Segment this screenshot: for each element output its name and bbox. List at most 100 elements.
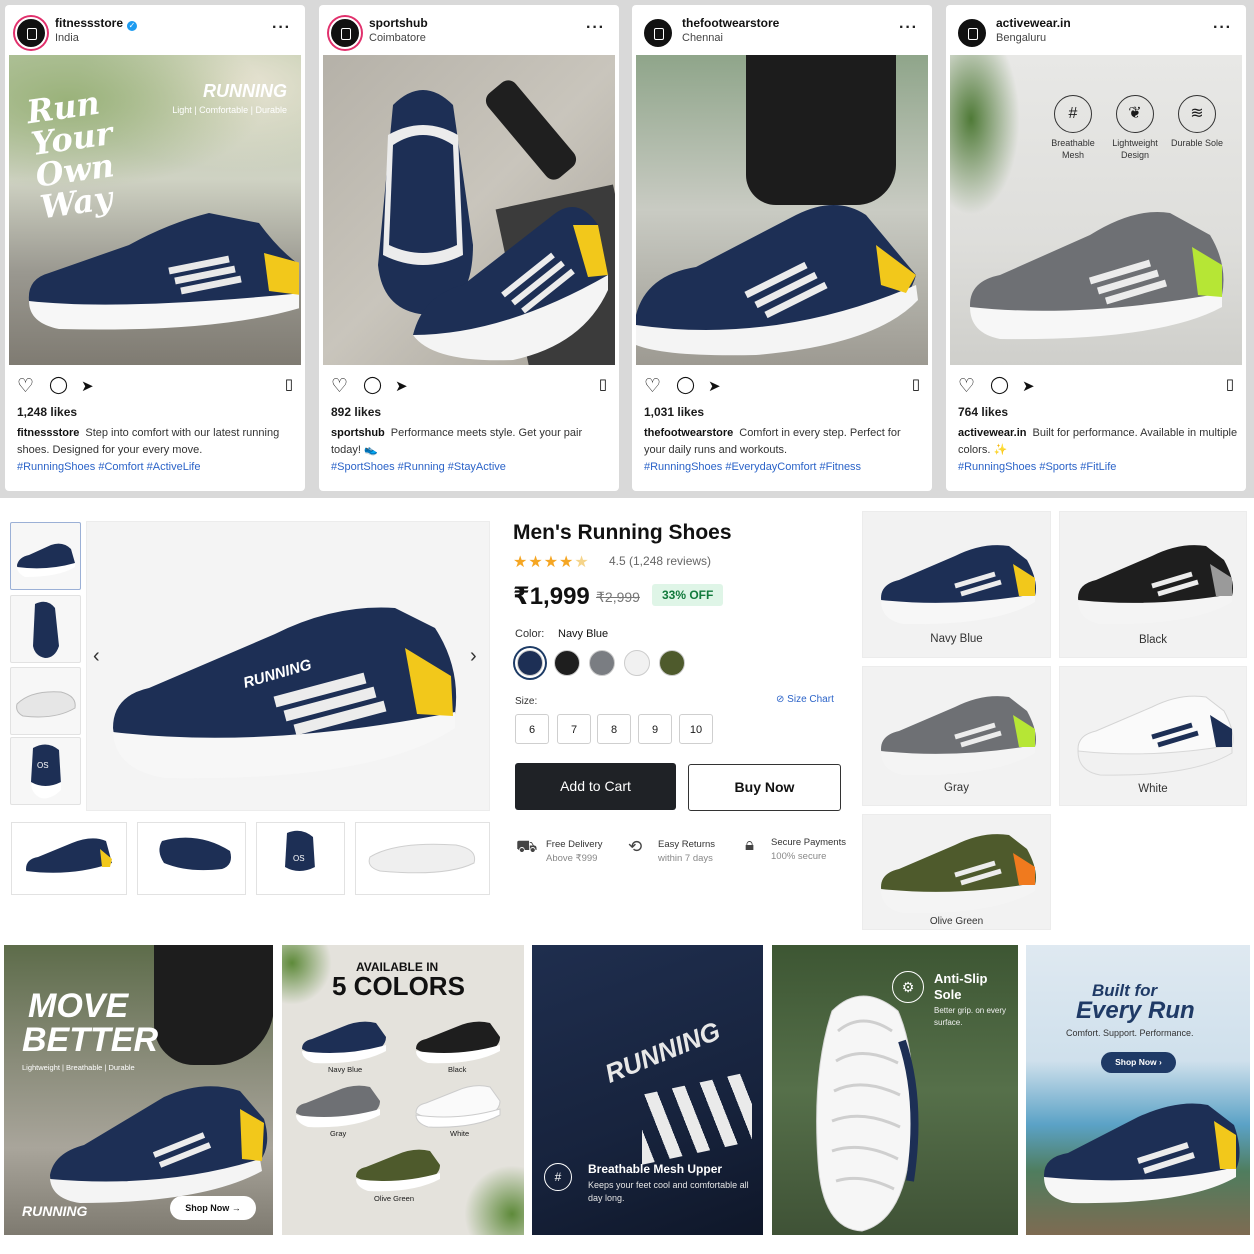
- banner-move-better[interactable]: MOVE BETTER Lightweight | Breathable | D…: [4, 945, 273, 1235]
- thumbnail[interactable]: OS: [10, 737, 81, 805]
- share-icon[interactable]: ➤: [708, 377, 721, 395]
- thumbnail[interactable]: [10, 522, 81, 590]
- like-icon[interactable]: ♡: [958, 375, 975, 398]
- banner-anti-slip[interactable]: ⚙ Anti-Slip Sole Better grip. on every s…: [772, 945, 1018, 1235]
- comment-icon[interactable]: ◯: [676, 375, 695, 395]
- variant-card-white[interactable]: White: [1059, 666, 1247, 806]
- variant-card-black[interactable]: Black: [1059, 511, 1247, 658]
- post-username[interactable]: thefootwearstore: [682, 16, 779, 30]
- post-username[interactable]: sportshub: [369, 16, 428, 30]
- banner-mesh-upper[interactable]: RUNNING # Breathable Mesh Upper Keeps yo…: [532, 945, 763, 1235]
- buy-now-button[interactable]: Buy Now: [688, 764, 841, 811]
- hashtags[interactable]: #RunningShoes #EverydayComfort #Fitness: [644, 461, 861, 473]
- bottom-thumbnail[interactable]: [355, 822, 490, 895]
- bookmark-icon[interactable]: ▯: [599, 375, 607, 393]
- caption-user[interactable]: thefootwearstore: [644, 427, 733, 439]
- share-icon[interactable]: ➤: [395, 377, 408, 395]
- size-option[interactable]: 10: [679, 714, 713, 744]
- size-option[interactable]: 6: [515, 714, 549, 744]
- shoe-image: [28, 213, 299, 330]
- comment-icon[interactable]: ◯: [363, 375, 382, 395]
- color-swatch-olive[interactable]: [659, 650, 685, 676]
- arrow-right-icon: →: [231, 1203, 241, 1213]
- post-image[interactable]: [636, 55, 928, 365]
- hashtags[interactable]: #RunningShoes #Comfort #ActiveLife: [17, 461, 200, 473]
- post-card: fitnessstore ✓ India ··· Run Your Own Way…: [5, 5, 305, 491]
- truck-icon: ⛟: [516, 837, 538, 856]
- more-options-icon[interactable]: ···: [586, 19, 605, 37]
- bookmark-icon[interactable]: ▯: [912, 375, 920, 393]
- more-options-icon[interactable]: ···: [1213, 19, 1232, 37]
- size-option[interactable]: 8: [597, 714, 631, 744]
- post-image[interactable]: Run Your Own Way RUNNING Light | Comfort…: [9, 55, 301, 365]
- color-swatch-black[interactable]: [554, 650, 580, 676]
- comment-icon[interactable]: ◯: [990, 375, 1009, 395]
- feature-sub: 100% secure: [771, 851, 827, 862]
- bottom-thumbnail[interactable]: [137, 822, 246, 895]
- avatar[interactable]: [329, 17, 361, 49]
- post-location: Bengaluru: [996, 32, 1047, 44]
- more-options-icon[interactable]: ···: [899, 19, 918, 37]
- caption-user[interactable]: sportshub: [331, 427, 385, 439]
- post-username[interactable]: activewear.in: [996, 16, 1071, 30]
- prev-image-arrow-icon[interactable]: ‹: [93, 645, 100, 668]
- shop-now-button[interactable]: Shop Now ›: [1101, 1052, 1176, 1073]
- variant-card-gray[interactable]: Gray: [862, 666, 1051, 806]
- next-image-arrow-icon[interactable]: ›: [470, 645, 477, 668]
- feature-title: Easy Returns: [658, 839, 716, 850]
- size-option[interactable]: 7: [557, 714, 591, 744]
- post-caption: sportshub Performance meets style. Get yo…: [331, 425, 611, 476]
- post-username[interactable]: fitnessstore ✓: [55, 16, 138, 31]
- thumbnail[interactable]: [10, 595, 81, 663]
- color-swatch-white[interactable]: [624, 650, 650, 676]
- variant-card-navy[interactable]: Navy Blue: [862, 511, 1051, 658]
- bookmark-icon[interactable]: ▯: [1226, 375, 1234, 393]
- post-card: thefootwearstore Chennai ··· ♡ ◯ ➤ ▯ 1,0…: [632, 5, 932, 491]
- comment-icon[interactable]: ◯: [49, 375, 68, 395]
- returns-icon: ⟲: [628, 837, 643, 856]
- bookmark-icon[interactable]: ▯: [285, 375, 293, 393]
- caption-user[interactable]: fitnessstore: [17, 427, 79, 439]
- banner-title: MOVE: [28, 987, 129, 1025]
- add-to-cart-button[interactable]: Add to Cart: [515, 763, 676, 810]
- hashtags[interactable]: #SportShoes #Running #StayActive: [331, 461, 506, 473]
- post-image[interactable]: # ❦ ≋ Breathable Mesh Lightweight Design…: [950, 55, 1242, 365]
- color-swatch-navy[interactable]: [517, 650, 543, 676]
- shop-now-button[interactable]: Shop Now →: [170, 1196, 256, 1220]
- like-icon[interactable]: ♡: [17, 375, 34, 398]
- hashtags[interactable]: #RunningShoes #Sports #FitLife: [958, 461, 1116, 473]
- bottom-thumbnail[interactable]: [11, 822, 127, 895]
- post-overlay-brand: RUNNING: [203, 81, 287, 101]
- avatar[interactable]: [642, 17, 674, 49]
- color-swatch-gray[interactable]: [589, 650, 615, 676]
- variant-card-olive[interactable]: Olive Green: [862, 814, 1051, 930]
- avatar[interactable]: [956, 17, 988, 49]
- avatar[interactable]: [15, 17, 47, 49]
- bottom-thumbnail[interactable]: OS: [256, 822, 345, 895]
- shoe-image: [356, 1149, 440, 1192]
- size-chart-link[interactable]: ⊘ Size Chart: [776, 694, 834, 705]
- like-icon[interactable]: ♡: [331, 375, 348, 398]
- variant-label: Black: [1138, 634, 1168, 646]
- post-image[interactable]: [323, 55, 615, 365]
- banner-sub: Lightweight | Breathable | Durable: [22, 1063, 135, 1072]
- banner-five-colors[interactable]: AVAILABLE IN 5 COLORS Navy Blue Black Gr…: [282, 945, 524, 1235]
- variant-label: Gray: [330, 1129, 347, 1138]
- shoe-image: [415, 1085, 501, 1128]
- caption-user[interactable]: activewear.in: [958, 427, 1027, 439]
- product-title: Men's Running Shoes: [513, 521, 732, 544]
- product-price: ₹1,999: [513, 583, 590, 610]
- shop-now-label: Shop Now: [185, 1203, 230, 1213]
- more-options-icon[interactable]: ···: [272, 19, 291, 37]
- banner-built-every-run[interactable]: Built for Every Run Comfort. Support. Pe…: [1026, 945, 1250, 1235]
- size-option[interactable]: 9: [638, 714, 672, 744]
- rating-text[interactable]: 4.5 (1,248 reviews): [609, 554, 711, 568]
- feature-sub: Above ₹999: [546, 853, 598, 864]
- banner-title: Sole: [934, 987, 962, 1002]
- like-icon[interactable]: ♡: [644, 375, 661, 398]
- share-icon[interactable]: ➤: [1022, 377, 1035, 395]
- thumbnail[interactable]: [10, 667, 81, 735]
- variant-label: Olive Green: [929, 916, 984, 927]
- main-product-image[interactable]: RUNNING: [86, 521, 490, 811]
- share-icon[interactable]: ➤: [81, 377, 94, 395]
